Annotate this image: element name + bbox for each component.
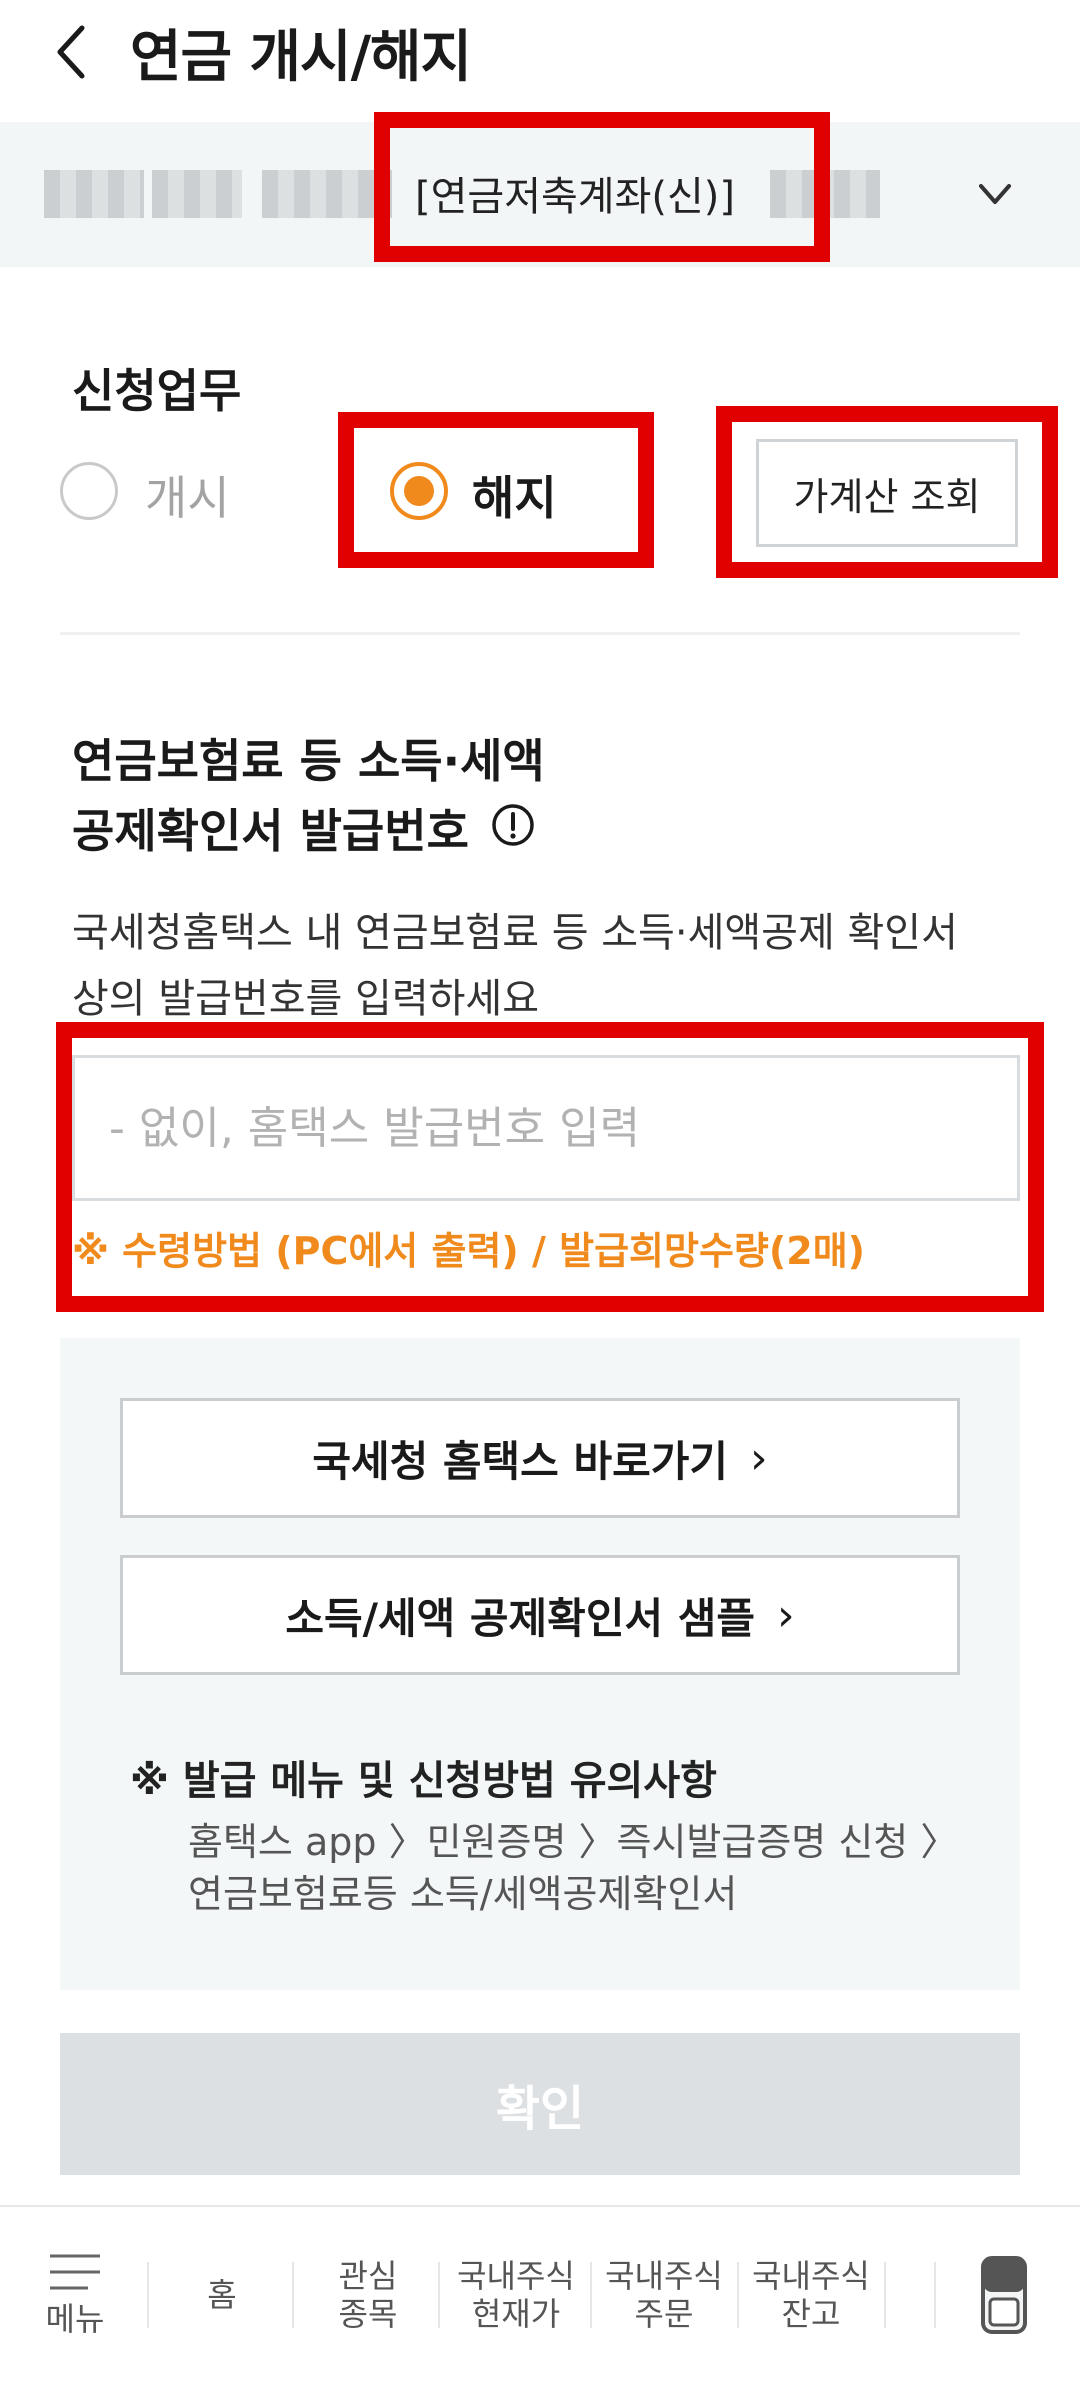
nav-separator: [737, 2262, 739, 2328]
radio-cancel-label[interactable]: 해지: [472, 462, 557, 528]
nav-separator: [292, 2262, 294, 2328]
page-title: 연금 개시/해지: [130, 25, 472, 90]
account-name: [연금저축계좌(신)]: [415, 174, 736, 220]
masked-account-info: [152, 170, 242, 218]
form-description-line1: 국세청홈택스 내 연금보험료 등 소득·세액공제 확인서: [72, 910, 958, 956]
nav-home[interactable]: 홈: [160, 2207, 284, 2381]
application-type-label: 신청업무: [72, 364, 242, 418]
sample-link-label: 소득/세액 공제확인서 샘플: [285, 1593, 755, 1643]
radio-start[interactable]: [60, 462, 118, 520]
divider: [60, 632, 1020, 635]
guide-path-line1: 홈택스 app 〉민원증명 〉즉시발급증명 신청 〉: [188, 1820, 959, 1864]
hometax-link-label: 국세청 홈택스 바로가기: [312, 1436, 729, 1486]
account-selector[interactable]: [연금저축계좌(신)]: [0, 122, 1080, 267]
masked-account-info: [770, 170, 880, 218]
nav-watchlist[interactable]: 관심 종목: [306, 2207, 430, 2381]
radio-cancel[interactable]: [390, 462, 448, 520]
guide-box: 국세청 홈택스 바로가기 › 소득/세액 공제확인서 샘플 › ※ 발급 메뉴 …: [60, 1338, 1020, 1990]
info-icon[interactable]: [490, 802, 536, 848]
guide-path: 홈택스 app 〉민원증명 〉즉시발급증명 신청 〉 연금보험료등 소득/세액공…: [188, 1816, 958, 1920]
issue-number-input[interactable]: [72, 1055, 1020, 1201]
nav-order-line2: 주문: [634, 2295, 694, 2333]
nav-home-label: 홈: [207, 2276, 237, 2314]
nav-current-price[interactable]: 국내주식 현재가: [446, 2207, 586, 2381]
nav-balance[interactable]: 국내주식 잔고: [741, 2207, 881, 2381]
masked-account-info: [44, 170, 144, 218]
nav-menu[interactable]: 메뉴: [20, 2207, 130, 2381]
nav-watchlist-line1: 관심: [338, 2257, 398, 2295]
nav-separator: [438, 2262, 440, 2328]
radio-start-label[interactable]: 개시: [145, 462, 230, 528]
receipt-method-note: ※ 수령방법 (PC에서 출력) / 발급희망수량(2매): [72, 1229, 866, 1273]
nav-watchlist-line2: 종목: [338, 2295, 398, 2333]
form-title-line1: 연금보험료 등 소득·세액: [72, 734, 545, 788]
nav-order[interactable]: 국내주식 주문: [594, 2207, 734, 2381]
nav-current-price-line1: 국내주식: [457, 2257, 575, 2295]
nav-separator: [884, 2262, 886, 2328]
hometax-link-button[interactable]: 국세청 홈택스 바로가기 ›: [120, 1398, 960, 1518]
guide-path-line2: 연금보험료등 소득/세액공제확인서: [188, 1872, 738, 1916]
back-icon[interactable]: [52, 22, 92, 82]
masked-account-info: [262, 170, 392, 218]
nav-order-line1: 국내주식: [605, 2257, 723, 2295]
nav-balance-line1: 국내주식: [752, 2257, 870, 2295]
menu-icon: [50, 2254, 100, 2290]
phone-icon[interactable]: [980, 2255, 1028, 2335]
chevron-down-icon[interactable]: [975, 174, 1015, 214]
bottom-nav: 메뉴 홈 관심 종목 국내주식 현재가 국내주식 주문 국내주식 잔고: [0, 2205, 1080, 2381]
form-title: 연금보험료 등 소득·세액 공제확인서 발급번호: [72, 726, 545, 866]
nav-separator: [934, 2262, 936, 2328]
estimate-button[interactable]: 가계산 조회: [756, 439, 1018, 547]
header: 연금 개시/해지: [0, 0, 1080, 120]
nav-separator: [147, 2262, 149, 2328]
nav-separator: [590, 2262, 592, 2328]
form-description: 국세청홈택스 내 연금보험료 등 소득·세액공제 확인서 상의 발급번호를 입력…: [72, 900, 1032, 1032]
form-description-line2: 상의 발급번호를 입력하세요: [72, 976, 540, 1022]
chevron-right-icon: ›: [750, 1432, 768, 1484]
nav-balance-line2: 잔고: [781, 2295, 841, 2333]
guide-title: ※ 발급 메뉴 및 신청방법 유의사항: [130, 1758, 717, 1804]
confirm-button[interactable]: 확인: [60, 2033, 1020, 2175]
sample-link-button[interactable]: 소득/세액 공제확인서 샘플 ›: [120, 1555, 960, 1675]
nav-menu-label: 메뉴: [45, 2300, 105, 2338]
form-title-line2: 공제확인서 발급번호: [72, 804, 469, 858]
chevron-right-icon: ›: [777, 1589, 795, 1641]
nav-current-price-line2: 현재가: [471, 2295, 561, 2333]
